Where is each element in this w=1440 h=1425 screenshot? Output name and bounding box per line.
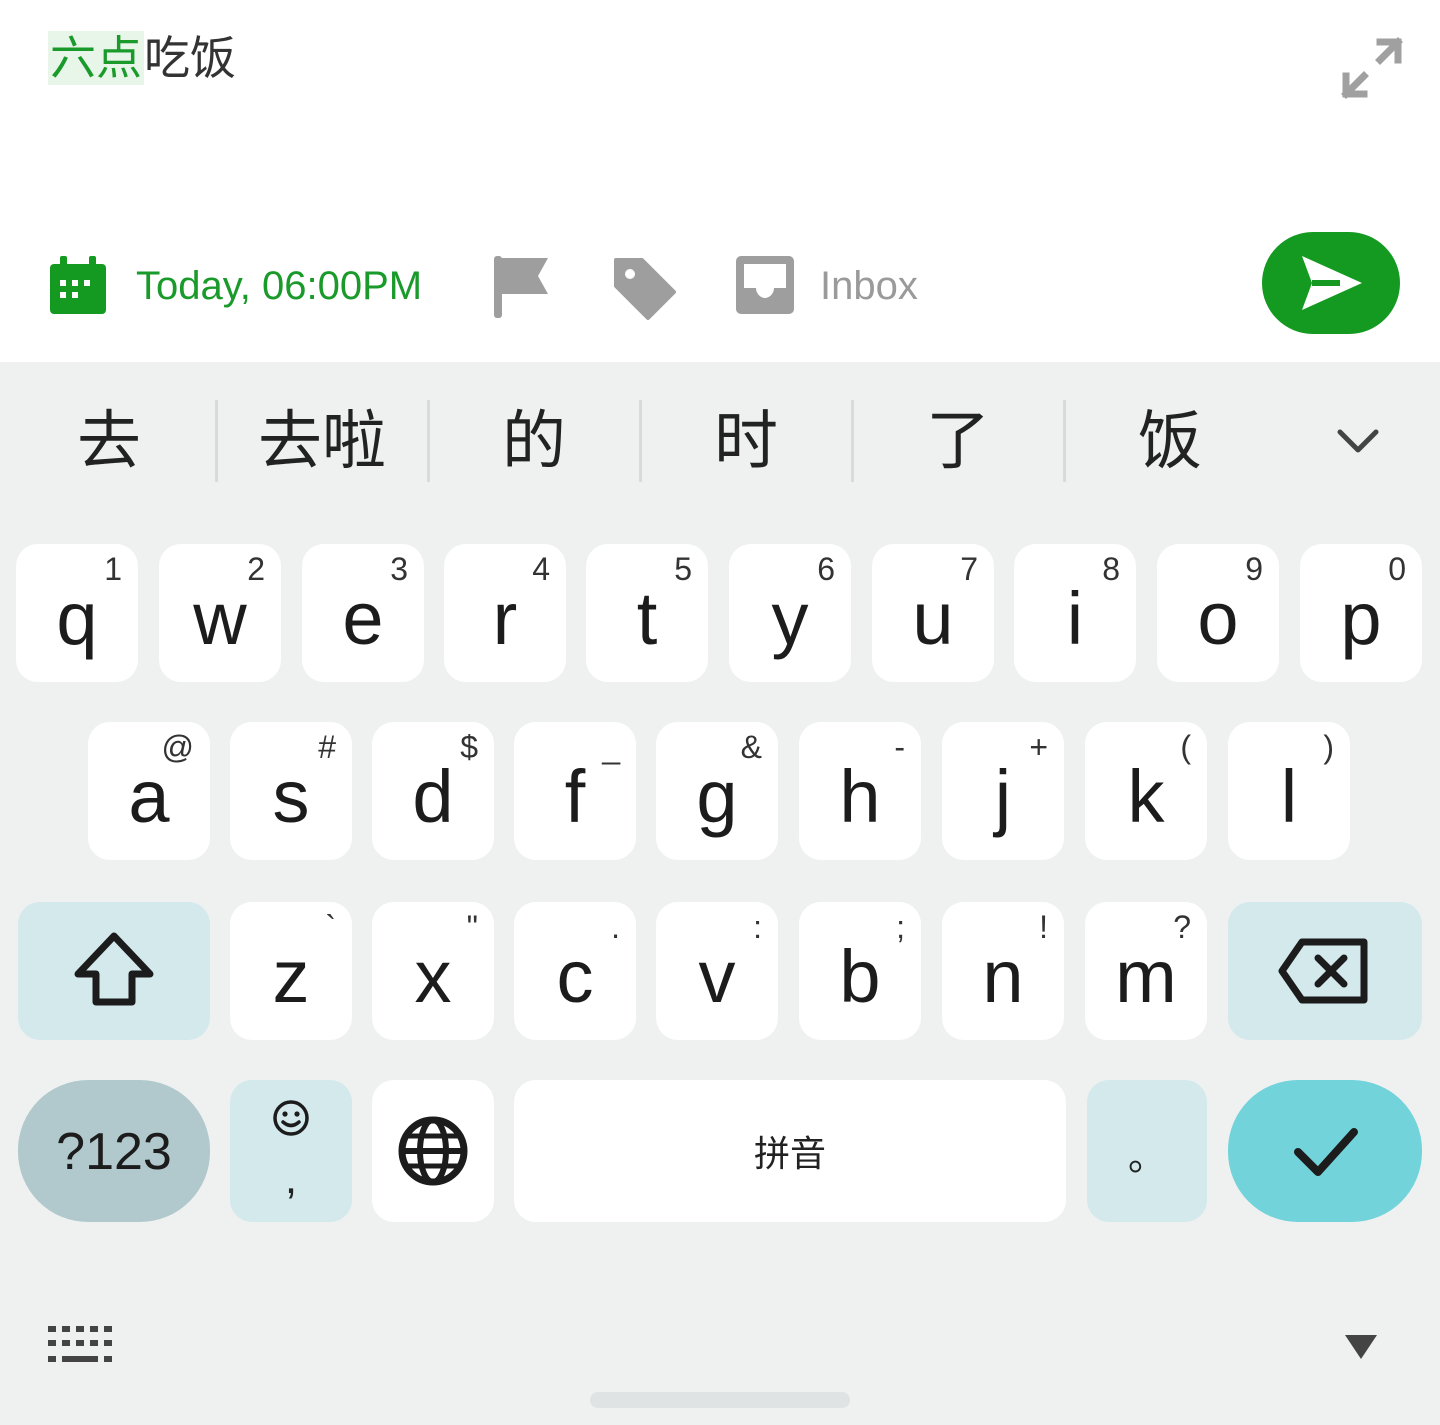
list-label[interactable]: Inbox <box>820 260 918 312</box>
shift-icon <box>74 932 154 1006</box>
candidate-1[interactable]: 去 <box>4 402 214 482</box>
globe-icon <box>398 1116 468 1186</box>
candidate-3[interactable]: 的 <box>429 402 639 482</box>
keyboard-switch-icon[interactable] <box>46 1324 114 1366</box>
candidate-4[interactable]: 时 <box>641 402 851 482</box>
key-c[interactable]: c. <box>514 902 636 1040</box>
key-k[interactable]: k( <box>1085 722 1207 860</box>
calendar-icon[interactable] <box>48 256 108 316</box>
task-toolbar: Today, 06:00PM Inbox <box>0 230 1440 340</box>
send-button[interactable] <box>1262 232 1400 334</box>
key-b[interactable]: b; <box>799 902 921 1040</box>
emoji-icon <box>273 1100 309 1136</box>
key-t[interactable]: t5 <box>586 544 708 682</box>
expand-icon[interactable] <box>1340 36 1404 100</box>
tag-icon[interactable] <box>610 254 678 322</box>
candidate-6[interactable]: 饭 <box>1065 402 1275 482</box>
key-y[interactable]: y6 <box>729 544 851 682</box>
flag-icon[interactable] <box>492 254 552 320</box>
shift-key[interactable] <box>18 902 210 1040</box>
key-z[interactable]: z ` <box>230 902 352 1040</box>
key-l[interactable]: l) <box>1228 722 1350 860</box>
enter-key[interactable] <box>1228 1080 1422 1222</box>
emoji-comma-key[interactable]: , <box>230 1080 352 1222</box>
key-n[interactable]: n! <box>942 902 1064 1040</box>
candidate-bar: 去 去啦 的 时 了 饭 <box>0 362 1440 522</box>
backspace-key[interactable] <box>1228 902 1422 1040</box>
key-r[interactable]: r4 <box>444 544 566 682</box>
send-icon <box>1302 256 1362 310</box>
key-v[interactable]: v: <box>656 902 778 1040</box>
key-f[interactable]: f _ <box>514 722 636 860</box>
key-d[interactable]: d $ <box>372 722 494 860</box>
key-i[interactable]: i8 <box>1014 544 1136 682</box>
symbols-key[interactable]: ?123 <box>18 1080 210 1222</box>
candidate-2[interactable]: 去啦 <box>217 402 427 482</box>
key-p[interactable]: p0 <box>1300 544 1422 682</box>
key-a[interactable]: a @ <box>88 722 210 860</box>
recognized-time-highlight: 六点 <box>48 31 144 85</box>
key-u[interactable]: u7 <box>872 544 994 682</box>
candidate-5[interactable]: 了 <box>853 402 1063 482</box>
task-composer: 六点吃饭 Today, 06:00PM Inbox <box>0 0 1440 362</box>
key-o[interactable]: o9 <box>1157 544 1279 682</box>
period-key[interactable]: 。 <box>1087 1080 1207 1222</box>
key-e[interactable]: e3 <box>302 544 424 682</box>
task-title-input[interactable]: 六点吃饭 <box>48 26 236 90</box>
key-w[interactable]: w2 <box>159 544 281 682</box>
key-q[interactable]: q1 <box>16 544 138 682</box>
key-x[interactable]: x " <box>372 902 494 1040</box>
key-g[interactable]: g & <box>656 722 778 860</box>
inbox-icon[interactable] <box>734 254 796 316</box>
key-s[interactable]: s # <box>230 722 352 860</box>
home-indicator <box>590 1392 850 1408</box>
hide-keyboard-icon[interactable] <box>1342 1332 1380 1362</box>
task-title-text: 吃饭 <box>144 31 236 85</box>
key-m[interactable]: m? <box>1085 902 1207 1040</box>
key-h[interactable]: h- <box>799 722 921 860</box>
backspace-icon <box>1278 938 1368 1004</box>
checkmark-icon <box>1294 1128 1358 1176</box>
due-date-label[interactable]: Today, 06:00PM <box>136 260 422 312</box>
keyboard: 去 去啦 的 时 了 饭 q1 w2 e3 r4 t5 y6 u7 i8 o9 … <box>0 362 1440 1425</box>
space-key[interactable]: 拼音 <box>514 1080 1066 1222</box>
chevron-down-icon[interactable] <box>1326 414 1390 470</box>
language-key[interactable] <box>372 1080 494 1222</box>
key-j[interactable]: j + <box>942 722 1064 860</box>
